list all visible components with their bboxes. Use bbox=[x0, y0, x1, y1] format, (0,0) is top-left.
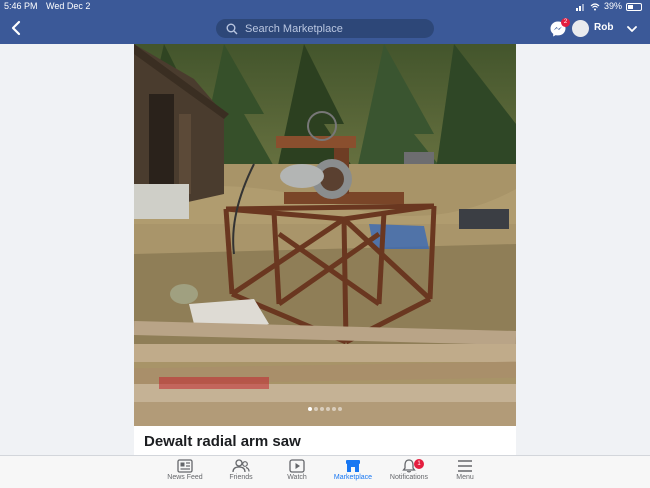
tab-notifications[interactable]: Notifications 1 bbox=[381, 459, 437, 481]
radial-arm-saw-photo bbox=[134, 44, 516, 426]
photo-dot[interactable] bbox=[332, 407, 336, 411]
search-icon bbox=[226, 23, 238, 34]
signal-icon bbox=[575, 3, 584, 11]
tab-label: Marketplace bbox=[333, 474, 373, 481]
battery-percent: 39% bbox=[603, 1, 622, 11]
avatar[interactable] bbox=[572, 20, 589, 37]
tab-watch[interactable]: Watch bbox=[269, 459, 325, 481]
photo-dot[interactable] bbox=[326, 407, 330, 411]
watch-icon bbox=[289, 459, 305, 473]
tab-label: News Feed bbox=[167, 474, 203, 481]
tab-marketplace[interactable]: Marketplace bbox=[325, 459, 381, 481]
wifi-icon bbox=[590, 2, 600, 10]
tab-label: Menu bbox=[456, 474, 474, 481]
user-name[interactable]: Rob bbox=[594, 22, 613, 33]
hamburger-icon bbox=[458, 460, 472, 472]
tab-menu[interactable]: Menu bbox=[437, 459, 493, 481]
messenger-badge: 2 bbox=[561, 18, 570, 27]
status-date: Wed Dec 2 bbox=[46, 1, 91, 11]
status-time: 5:46 PM bbox=[4, 1, 38, 11]
friends-icon bbox=[232, 459, 250, 473]
tab-friends[interactable]: Friends bbox=[213, 459, 269, 481]
listing-panel: Dewalt radial arm saw bbox=[134, 44, 516, 455]
status-bar: 5:46 PM Wed Dec 2 39% bbox=[0, 0, 650, 13]
back-arrow-icon[interactable] bbox=[8, 19, 26, 37]
photo-dot[interactable] bbox=[338, 407, 342, 411]
notification-badge: 1 bbox=[414, 459, 424, 469]
tab-label: Friends bbox=[229, 474, 253, 481]
tab-label: Watch bbox=[287, 474, 307, 481]
photo-pagination[interactable] bbox=[134, 398, 516, 416]
listing-photo[interactable] bbox=[134, 44, 516, 426]
search-marketplace-input[interactable]: Search Marketplace bbox=[216, 19, 434, 38]
main-content: Dewalt radial arm saw bbox=[0, 44, 650, 455]
news-feed-icon bbox=[177, 459, 193, 473]
listing-title: Dewalt radial arm saw bbox=[144, 433, 301, 450]
bottom-tab-bar: News Feed Friends Watch Marketplace Noti… bbox=[0, 455, 650, 488]
top-navigation: Search Marketplace 2 Rob bbox=[0, 13, 650, 44]
chevron-down-icon[interactable] bbox=[626, 23, 638, 35]
tab-news-feed[interactable]: News Feed bbox=[157, 459, 213, 481]
photo-dot[interactable] bbox=[308, 407, 312, 411]
battery-icon bbox=[626, 2, 642, 11]
photo-dot[interactable] bbox=[320, 407, 324, 411]
tab-label: Notifications bbox=[389, 474, 429, 481]
marketplace-icon bbox=[346, 460, 360, 472]
search-placeholder: Search Marketplace bbox=[245, 22, 343, 35]
photo-dot[interactable] bbox=[314, 407, 318, 411]
